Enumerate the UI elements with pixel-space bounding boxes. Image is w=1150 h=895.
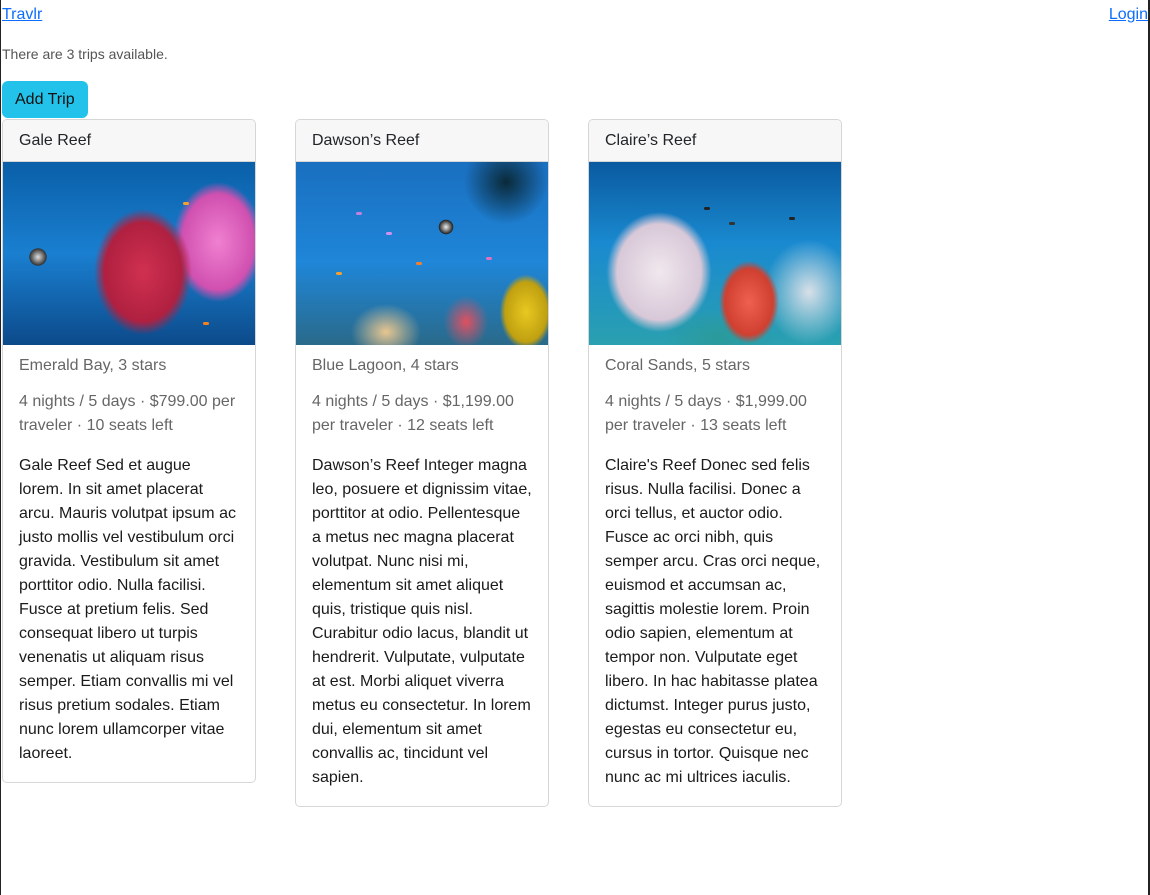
- trip-card: Gale Reef Emerald Bay, 3 stars 4 nights …: [2, 119, 256, 783]
- fish-decoration: [356, 212, 362, 215]
- fish-decoration: [704, 207, 710, 210]
- trip-details: 4 nights / 5 days · $799.00 per traveler…: [19, 393, 236, 434]
- trip-resort: Emerald Bay, 3 stars: [19, 357, 167, 374]
- trip-card-image: [296, 162, 548, 345]
- fish-decoration: [486, 257, 492, 260]
- trip-resort: Coral Sands, 5 stars: [605, 357, 750, 374]
- trip-card-title: Dawson’s Reef: [296, 120, 548, 162]
- fish-decoration: [386, 232, 392, 235]
- fish-decoration: [416, 262, 422, 265]
- trip-card-title: Gale Reef: [3, 120, 255, 162]
- fish-decoration: [183, 202, 189, 205]
- add-trip-button[interactable]: Add Trip: [2, 81, 88, 118]
- top-nav: Travlr Login: [2, 6, 1148, 28]
- trip-card: Claire’s Reef Coral Sands, 5 stars 4 nig…: [588, 119, 842, 807]
- brand-link[interactable]: Travlr: [2, 6, 42, 24]
- trip-description: Dawson’s Reef Integer magna leo, posuere…: [312, 457, 532, 786]
- trip-resort: Blue Lagoon, 4 stars: [312, 357, 459, 374]
- trip-card-image: [3, 162, 255, 345]
- trip-description: Claire's Reef Donec sed felis risus. Nul…: [605, 457, 821, 786]
- fish-decoration: [729, 222, 735, 225]
- trip-details: 4 nights / 5 days · $1,999.00 per travel…: [605, 393, 807, 434]
- trip-card: Dawson’s Reef Blue Lagoon, 4 stars 4 nig…: [295, 119, 549, 807]
- fish-decoration: [336, 272, 342, 275]
- trip-card-body: Coral Sands, 5 stars 4 nights / 5 days ·…: [589, 345, 841, 806]
- fish-decoration: [789, 217, 795, 220]
- fish-decoration: [203, 322, 209, 325]
- trip-card-title: Claire’s Reef: [589, 120, 841, 162]
- trip-card-image: [589, 162, 841, 345]
- trip-card-body: Emerald Bay, 3 stars 4 nights / 5 days ·…: [3, 345, 255, 782]
- trip-details: 4 nights / 5 days · $1,199.00 per travel…: [312, 393, 514, 434]
- trip-description: Gale Reef Sed et augue lorem. In sit ame…: [19, 457, 236, 762]
- trip-count-text: There are 3 trips available.: [2, 46, 168, 62]
- login-link[interactable]: Login: [1109, 6, 1148, 24]
- trip-card-body: Blue Lagoon, 4 stars 4 nights / 5 days ·…: [296, 345, 548, 806]
